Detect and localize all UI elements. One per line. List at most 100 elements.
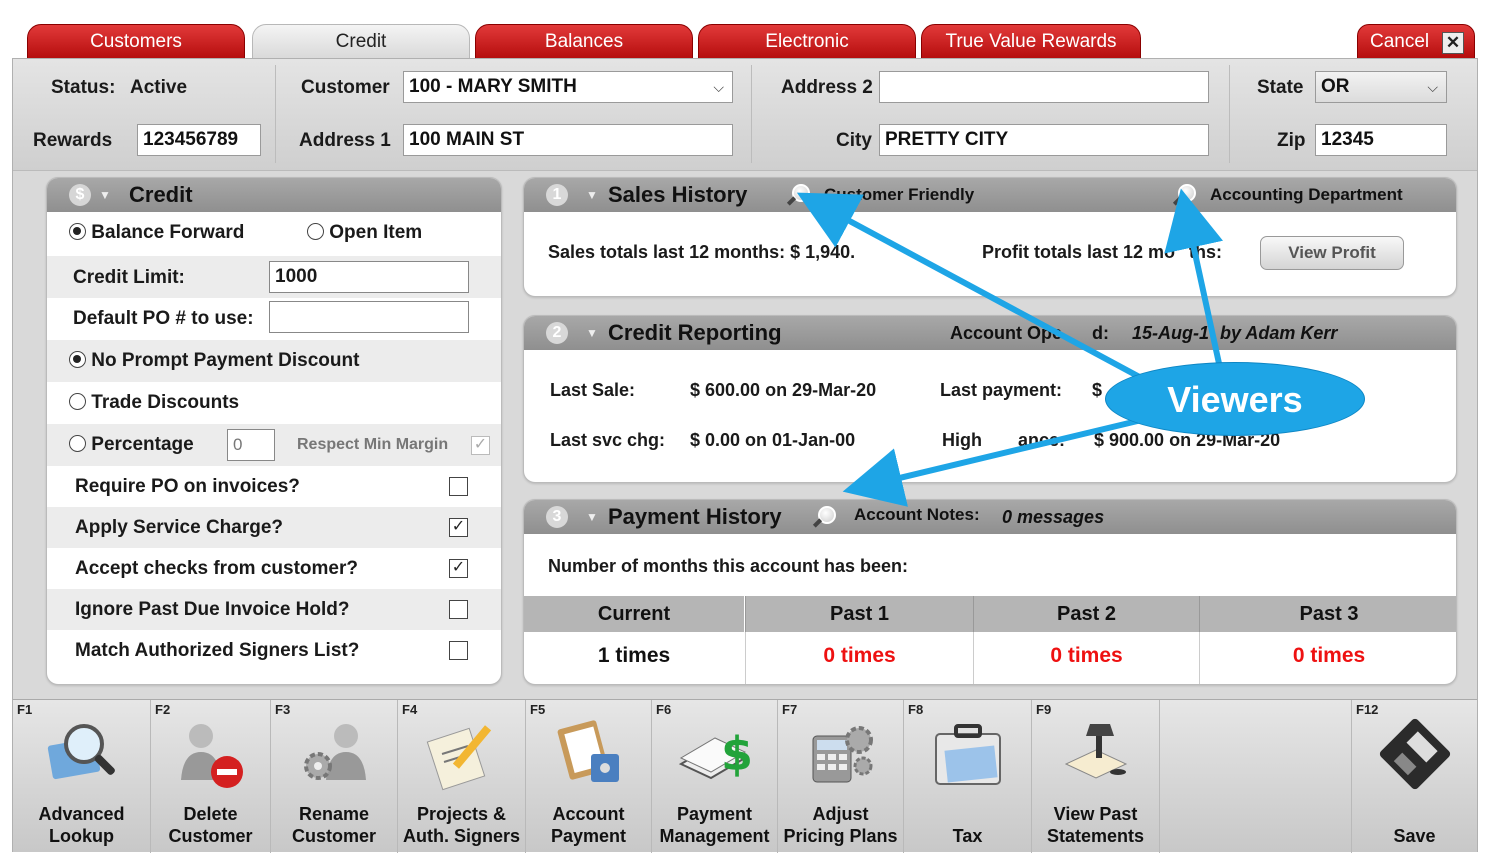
check-label: Match Authorized Signers List?: [75, 640, 360, 661]
state-select[interactable]: OR ⌵: [1315, 71, 1447, 103]
tab-balances[interactable]: Balances: [475, 24, 693, 60]
function-key: F5: [530, 702, 546, 717]
trade-discounts-radio[interactable]: Trade Discounts: [69, 392, 239, 414]
tab-credit[interactable]: Credit: [252, 24, 470, 62]
projects-auth-signers-button[interactable]: F4 Projects & Auth. Signers: [398, 700, 526, 853]
svg-text:$: $: [721, 727, 753, 781]
customer-friendly-viewer[interactable]: Customer Friendly: [824, 178, 974, 212]
percentage-field[interactable]: 0: [227, 429, 275, 461]
function-key: F4: [402, 702, 418, 717]
require-po-checkbox[interactable]: [449, 477, 468, 496]
state-select-value: OR: [1321, 76, 1350, 97]
function-key: F2: [155, 702, 171, 717]
collapse-arrow-icon[interactable]: ▼: [586, 178, 598, 212]
button-label: View Past Statements: [1046, 804, 1145, 846]
header-divider: [751, 65, 752, 163]
tab-customers[interactable]: Customers: [27, 24, 245, 60]
tab-electronic[interactable]: Electronic: [698, 24, 916, 60]
function-key: F9: [1036, 702, 1052, 717]
check-row: Require PO on invoices?: [47, 466, 501, 507]
account-opened-value: 15-Aug-1 by Adam Kerr: [1132, 323, 1338, 343]
button-label: Tax: [952, 826, 983, 846]
address2-label: Address 2: [781, 77, 873, 98]
rename-customer-icon: [304, 724, 366, 780]
button-label: Payment Management: [659, 804, 770, 846]
advanced-lookup-button[interactable]: F1 Advanced Lookup: [13, 700, 151, 853]
apply-service-charge-checkbox[interactable]: ✓: [449, 518, 468, 537]
zip-field[interactable]: 12345: [1315, 124, 1447, 156]
tax-button[interactable]: F8 Tax: [904, 700, 1032, 853]
profit-totals-text: Profit totals last 12 mo ths:: [982, 242, 1223, 262]
adjust-pricing-plans-button[interactable]: F7 Adjust Pricing Plans: [778, 700, 904, 853]
save-button[interactable]: F12 Save: [1352, 700, 1477, 853]
section-number: 2: [546, 322, 568, 344]
accounting-department-viewer[interactable]: Accounting Department: [1210, 178, 1403, 212]
view-past-statements-button[interactable]: F9 View Past Statements: [1032, 700, 1160, 853]
credit-limit-label: Credit Limit:: [73, 267, 185, 288]
cancel-label: Cancel: [1370, 31, 1430, 52]
tax-icon: [934, 724, 1001, 785]
account-payment-icon: [557, 720, 619, 782]
toolbar-spacer: [1160, 700, 1352, 853]
tab-true-value-rewards[interactable]: True Value Rewards: [921, 24, 1141, 60]
collapse-arrow-icon[interactable]: ▼: [99, 178, 111, 212]
match-signers-checkbox[interactable]: [449, 641, 468, 660]
payment-management-button[interactable]: F6 $ Payment Management: [652, 700, 778, 853]
credit-limit-field[interactable]: 1000: [269, 261, 469, 293]
view-profit-button[interactable]: View Profit: [1260, 236, 1404, 270]
account-opened-label: Account Ope d:: [950, 323, 1110, 343]
customer-header: Status: Active Rewards 123456789 Custome…: [13, 59, 1477, 171]
last-svc-value: $ 0.00 on 01-Jan-00: [690, 430, 856, 450]
account-notes-label[interactable]: Account Notes:: [854, 500, 980, 532]
last-svc-label: Last svc chg:: [550, 430, 666, 450]
city-field[interactable]: PRETTY CITY: [879, 124, 1209, 156]
respect-min-margin-label: Respect Min Margin: [297, 436, 449, 453]
button-label: Delete Customer: [168, 804, 253, 846]
function-key: F8: [908, 702, 924, 717]
credit-panel-header: $ ▼ Credit: [47, 178, 501, 212]
table-cell: 1 times: [597, 644, 671, 667]
collapse-arrow-icon[interactable]: ▼: [586, 316, 598, 350]
zip-label: Zip: [1277, 130, 1306, 151]
balance-forward-radio[interactable]: Balance Forward: [69, 222, 244, 244]
open-item-radio[interactable]: Open Item: [307, 222, 422, 244]
payment-history-panel: 3 ▼ Payment History Account Notes: 0 mes…: [523, 499, 1457, 685]
respect-min-margin-checkbox[interactable]: ✓: [471, 436, 490, 455]
delete-customer-button[interactable]: F2 Delete Customer: [151, 700, 271, 853]
rename-customer-button[interactable]: F3 Rename Customer: [271, 700, 398, 853]
customer-select[interactable]: 100 - MARY SMITH ⌵: [403, 71, 733, 103]
ignore-past-due-checkbox[interactable]: [449, 600, 468, 619]
city-label: City: [836, 130, 872, 151]
delete-customer-icon: [180, 724, 243, 788]
button-label: Save: [1393, 826, 1436, 846]
collapse-arrow-icon[interactable]: ▼: [586, 500, 598, 534]
address2-field[interactable]: [879, 71, 1209, 103]
button-label: Adjust Pricing Plans: [783, 804, 898, 846]
main-area: Status: Active Rewards 123456789 Custome…: [12, 58, 1478, 853]
magnifier-icon[interactable]: [1178, 178, 1196, 212]
table-header: Current: [524, 596, 744, 632]
function-key: F3: [275, 702, 291, 717]
credit-limit-row: Credit Limit: 1000: [47, 256, 501, 298]
magnifier-icon[interactable]: [792, 178, 810, 212]
account-payment-button[interactable]: F5 Account Payment: [526, 700, 652, 853]
rewards-field[interactable]: 123456789: [137, 124, 261, 156]
check-row: Apply Service Charge? ✓: [47, 507, 501, 548]
percentage-radio[interactable]: Percentage: [69, 434, 194, 456]
default-po-label: Default PO # to use:: [73, 308, 254, 329]
table-header: Past 3: [1199, 596, 1456, 632]
credit-panel: $ ▼ Credit Balance Forward Open Item Cre…: [46, 177, 502, 685]
table-header: Past 1: [745, 596, 973, 632]
accept-checks-checkbox[interactable]: ✓: [449, 559, 468, 578]
no-prompt-radio[interactable]: No Prompt Payment Discount: [69, 350, 359, 372]
check-row: Ignore Past Due Invoice Hold?: [47, 589, 501, 630]
default-po-field[interactable]: [269, 301, 469, 333]
cancel-button[interactable]: Cancel ✕: [1357, 24, 1475, 60]
sales-history-panel: 1 ▼ Sales History Customer Friendly Acco…: [523, 177, 1457, 297]
magnifier-icon[interactable]: [818, 500, 836, 534]
trade-discounts-row: Trade Discounts: [47, 382, 501, 424]
customer-credit-window: Customers Credit Balances Electronic Tru…: [12, 22, 1478, 853]
chevron-down-icon: ⌵: [1427, 79, 1438, 95]
close-icon[interactable]: ✕: [1442, 32, 1464, 54]
address1-field[interactable]: 100 MAIN ST: [403, 124, 733, 156]
